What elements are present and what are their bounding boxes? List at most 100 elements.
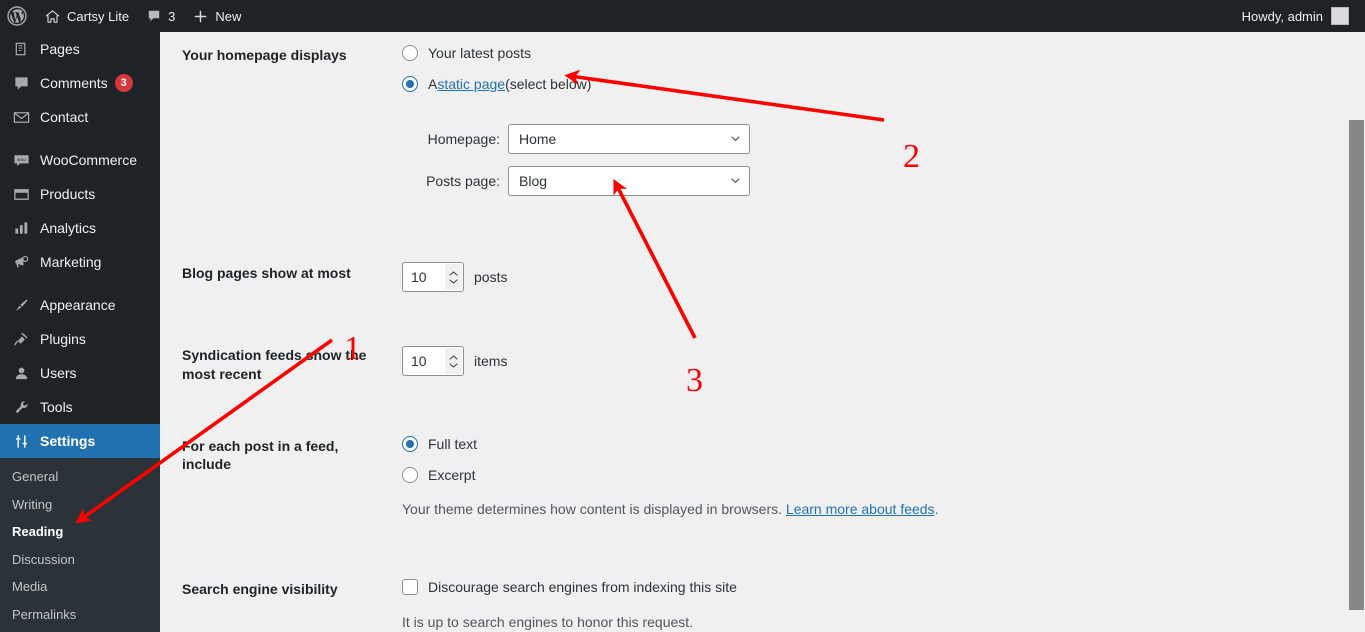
learn-more-feeds-link[interactable]: Learn more about feeds: [786, 501, 935, 517]
blog-pages-value: 10: [411, 269, 427, 286]
new-label: New: [215, 8, 242, 24]
checkbox-discourage-search-control[interactable]: [402, 579, 418, 596]
scrollbar-thumb[interactable]: [1349, 120, 1364, 610]
sidebar-item-label: Pages: [40, 41, 80, 57]
radio-latest-posts-control[interactable]: [402, 45, 418, 62]
submenu-item-media[interactable]: Media: [0, 573, 160, 601]
sidebar-item-settings[interactable]: Settings: [0, 424, 160, 458]
radio-static-page[interactable]: A static page (select below): [402, 75, 1182, 93]
table-row-blog-pages: Blog pages show at most 10 posts: [182, 220, 1192, 304]
table-row-feed-include: For each post in a feed, include Full te…: [182, 397, 1192, 545]
sidebar-item-plugins[interactable]: Plugins: [0, 322, 160, 356]
sidebar-item-label: Appearance: [40, 297, 116, 313]
spinner-down-icon: [449, 363, 458, 368]
static-page-link[interactable]: static page: [437, 75, 505, 93]
blog-pages-input[interactable]: 10: [402, 262, 464, 293]
radio-latest-posts[interactable]: Your latest posts: [402, 44, 1182, 62]
annotation-number-1: 1: [344, 330, 361, 367]
blog-pages-unit: posts: [474, 269, 508, 286]
menu-separator: [0, 279, 160, 288]
radio-latest-posts-label: Your latest posts: [428, 45, 531, 61]
annotation-number-3: 3: [686, 362, 703, 399]
submenu-item-permalinks[interactable]: Permalinks: [0, 601, 160, 629]
homepage-select[interactable]: Home: [508, 124, 750, 155]
site-name-menu[interactable]: Cartsy Lite: [36, 0, 138, 32]
blog-pages-number-wrap: 10 posts: [402, 262, 1182, 293]
sidebar-item-analytics[interactable]: Analytics: [0, 211, 160, 245]
sidebar-item-label: Analytics: [40, 220, 97, 236]
admin-sidebar-menu: Pages Comments 3 Contact woo WooCommerce: [0, 32, 160, 632]
comments-bubble-link[interactable]: 3: [138, 0, 184, 32]
syndication-value: 10: [411, 353, 427, 370]
checkbox-discourage-search-label: Discourage search engines from indexing …: [428, 579, 737, 596]
checkbox-discourage-search[interactable]: Discourage search engines from indexing …: [402, 578, 1182, 596]
feed-description: Your theme determines how content is dis…: [402, 500, 1182, 518]
sidebar-item-pages[interactable]: Pages: [0, 32, 160, 66]
submenu-item-discussion[interactable]: Discussion: [0, 546, 160, 574]
homepage-select-label: Homepage:: [427, 131, 500, 148]
syndication-number-wrap: 10 items: [402, 346, 1182, 377]
avatar: [1331, 7, 1349, 25]
sidebar-item-users[interactable]: Users: [0, 356, 160, 390]
spinner-arrows-icon[interactable]: [445, 348, 462, 375]
svg-text:woo: woo: [16, 158, 25, 163]
chevron-down-icon: [731, 136, 740, 142]
search-visibility-note: It is up to search engines to honor this…: [402, 613, 694, 630]
wrench-icon: [11, 397, 31, 417]
admin-bar: Cartsy Lite 3 New Howdy, admin: [0, 0, 1365, 32]
sidebar-item-tools[interactable]: Tools: [0, 390, 160, 424]
comments-icon: [11, 73, 31, 93]
table-row-homepage-displays: Your homepage displays Your latest posts…: [182, 32, 1192, 220]
my-account-menu[interactable]: Howdy, admin: [1242, 0, 1365, 32]
settings-sliders-icon: [11, 431, 31, 451]
sidebar-item-label: Tools: [40, 399, 73, 415]
comment-bubble-icon: [147, 9, 161, 23]
homepage-select-value: Home: [519, 131, 557, 148]
vertical-scrollbar[interactable]: [1348, 32, 1365, 632]
homepage-displays-label: Your homepage displays: [182, 47, 347, 63]
woocommerce-icon: woo: [11, 150, 31, 170]
radio-full-text-control[interactable]: [402, 435, 418, 452]
submenu-item-reading[interactable]: Reading: [0, 518, 160, 546]
chevron-down-icon: [731, 178, 740, 184]
spinner-down-icon: [449, 279, 458, 284]
radio-excerpt[interactable]: Excerpt: [402, 466, 1182, 484]
sidebar-item-contact[interactable]: Contact: [0, 100, 160, 134]
sidebar-item-comments[interactable]: Comments 3: [0, 66, 160, 100]
sidebar-item-label: Settings: [40, 433, 96, 449]
search-visibility-label: Search engine visibility: [182, 581, 338, 598]
homepage-displays-options: Your latest posts A static page (select …: [392, 32, 1192, 220]
posts-page-select-row: Posts page: Blog: [402, 166, 1182, 197]
feed-include-label: For each post in a feed, include: [182, 437, 339, 472]
radio-full-text[interactable]: Full text: [402, 435, 1182, 453]
megaphone-icon: [11, 252, 31, 272]
submenu-item-writing[interactable]: Writing: [0, 491, 160, 519]
comments-count-badge: 3: [114, 74, 133, 92]
envelope-icon: [11, 107, 31, 127]
submenu-item-general[interactable]: General: [0, 463, 160, 491]
posts-page-select[interactable]: Blog: [508, 166, 750, 197]
wordpress-logo-icon[interactable]: [0, 0, 36, 32]
spinner-arrows-icon[interactable]: [445, 264, 462, 291]
sidebar-item-label: Users: [40, 365, 77, 381]
sidebar-item-woocommerce[interactable]: woo WooCommerce: [0, 143, 160, 177]
radio-excerpt-control[interactable]: [402, 467, 418, 484]
sidebar-item-label: Contact: [40, 109, 89, 125]
sidebar-item-marketing[interactable]: Marketing: [0, 245, 160, 279]
settings-table: Your homepage displays Your latest posts…: [182, 32, 1192, 632]
sidebar-item-label: Products: [40, 186, 96, 202]
radio-static-page-control[interactable]: [402, 76, 418, 93]
menu-separator: [0, 134, 160, 143]
new-content-menu[interactable]: New: [184, 0, 250, 32]
user-icon: [11, 363, 31, 383]
settings-submenu: General Writing Reading Discussion Media…: [0, 458, 160, 632]
howdy-label: Howdy, admin: [1241, 8, 1323, 24]
syndication-input[interactable]: 10: [402, 346, 464, 377]
sidebar-item-products[interactable]: Products: [0, 177, 160, 211]
sidebar-item-label: WooCommerce: [40, 152, 137, 168]
sidebar-item-appearance[interactable]: Appearance: [0, 288, 160, 322]
home-icon: [45, 9, 60, 24]
products-icon: [11, 184, 31, 204]
site-name-label: Cartsy Lite: [67, 8, 130, 24]
syndication-unit: items: [474, 353, 508, 370]
